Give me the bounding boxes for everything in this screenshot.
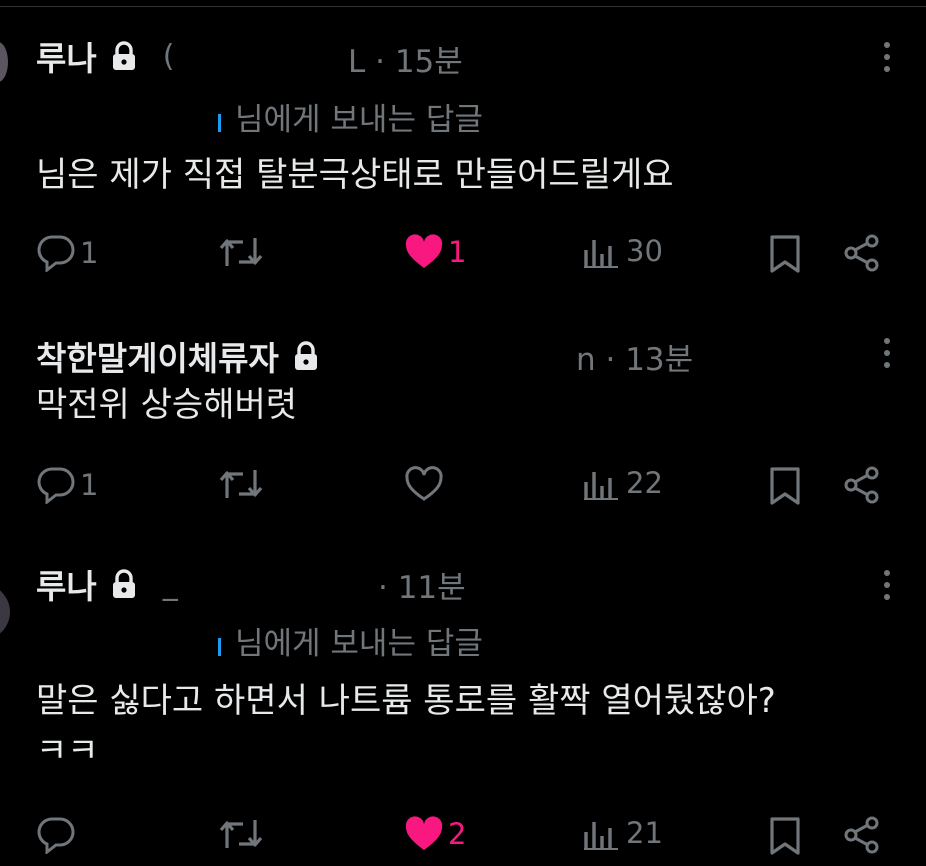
display-name[interactable]: 루나 xyxy=(36,560,97,608)
tweet-text: 말은 싫다고 하면서 나트륨 통로를 활짝 열어뒀잖아? ㅋㅋ xyxy=(36,676,776,776)
like-count: 2 xyxy=(448,817,467,851)
reply-button[interactable] xyxy=(36,816,80,854)
views-icon xyxy=(584,472,618,500)
share-button[interactable] xyxy=(842,816,882,854)
timestamp[interactable]: L · 15분 xyxy=(348,36,463,81)
views-button[interactable]: 21 xyxy=(582,816,663,850)
tweet-text-line: ㅋㅋ xyxy=(36,731,99,771)
action-bar: 1 22 xyxy=(0,462,926,508)
views-button[interactable]: 30 xyxy=(582,234,663,268)
timestamp[interactable]: n · 13분 xyxy=(576,334,693,379)
lock-icon xyxy=(111,41,137,71)
tweet-text-line: 님은 제가 직접 탈분극상태로 만들어드릴게요 xyxy=(36,155,674,195)
handle[interactable]: ( xyxy=(163,39,175,74)
views-icon xyxy=(584,822,618,850)
view-count: 21 xyxy=(626,816,663,850)
reply-icon xyxy=(37,235,75,272)
tweet-text: 막전위 상승해버렷 xyxy=(36,380,297,430)
mention-mark xyxy=(218,638,221,656)
heart-icon xyxy=(405,466,443,501)
reply-button[interactable]: 1 xyxy=(36,466,98,504)
bookmark-button[interactable] xyxy=(768,234,802,274)
retweet-icon xyxy=(219,820,263,848)
tweet-header: 착한말게이체류자 xyxy=(36,332,345,380)
heart-icon xyxy=(405,234,443,268)
view-count: 30 xyxy=(626,234,663,268)
share-icon xyxy=(844,466,879,504)
timestamp[interactable]: · 11분 xyxy=(378,562,466,607)
tweet-text-line: 말은 싫다고 하면서 나트륨 통로를 활짝 열어뒀잖아? xyxy=(36,681,776,721)
bookmark-icon xyxy=(770,817,800,855)
like-count: 1 xyxy=(448,235,467,269)
bookmark-icon xyxy=(770,235,800,273)
reply-context-label: 님에게 보내는 답글 xyxy=(235,102,483,138)
tweet-text: 님은 제가 직접 탈분극상태로 만들어드릴게요 xyxy=(36,150,674,200)
handle[interactable]: _ xyxy=(163,567,178,602)
share-icon xyxy=(844,816,879,854)
action-bar: 2 21 xyxy=(0,812,926,858)
reply-icon xyxy=(37,817,75,854)
retweet-icon xyxy=(219,470,263,498)
more-dots-icon[interactable] xyxy=(884,570,890,606)
bookmark-button[interactable] xyxy=(768,816,802,856)
avatar[interactable] xyxy=(0,42,8,82)
bookmark-icon xyxy=(770,467,800,505)
retweet-button[interactable] xyxy=(218,234,268,270)
heart-icon xyxy=(405,816,443,850)
more-dots-icon[interactable] xyxy=(884,42,890,78)
like-button[interactable]: 1 xyxy=(404,234,466,270)
display-name[interactable]: 착한말게이체류자 xyxy=(36,332,279,380)
tweet-header: 루나 _ xyxy=(36,560,178,608)
reply-icon xyxy=(37,467,75,504)
more-dots-icon[interactable] xyxy=(884,338,890,374)
mention-mark xyxy=(218,114,221,132)
tweet-text-line: 막전위 상승해버렷 xyxy=(36,385,298,425)
tweet-header: 루나 ( xyxy=(36,32,174,80)
like-button[interactable]: 2 xyxy=(404,816,466,852)
like-button[interactable] xyxy=(404,466,448,502)
reply-context: 님에게 보내는 답글 xyxy=(218,94,483,139)
bookmark-button[interactable] xyxy=(768,466,802,506)
reply-count: 1 xyxy=(80,468,99,502)
view-count: 22 xyxy=(626,466,663,500)
reply-count: 1 xyxy=(80,236,99,270)
share-button[interactable] xyxy=(842,466,882,504)
share-button[interactable] xyxy=(842,234,882,272)
reply-context: 님에게 보내는 답글 xyxy=(218,618,483,663)
views-button[interactable]: 22 xyxy=(582,466,663,500)
retweet-icon xyxy=(219,238,263,266)
action-bar: 1 1 30 xyxy=(0,230,926,276)
reply-context-label: 님에게 보내는 답글 xyxy=(235,626,483,662)
retweet-button[interactable] xyxy=(218,816,268,852)
avatar[interactable] xyxy=(0,584,10,640)
display-name[interactable]: 루나 xyxy=(36,32,97,80)
lock-icon xyxy=(293,341,319,371)
retweet-button[interactable] xyxy=(218,466,268,502)
lock-icon xyxy=(111,569,137,599)
share-icon xyxy=(844,234,879,272)
views-icon xyxy=(584,240,618,268)
reply-button[interactable]: 1 xyxy=(36,234,98,272)
divider xyxy=(0,6,926,7)
